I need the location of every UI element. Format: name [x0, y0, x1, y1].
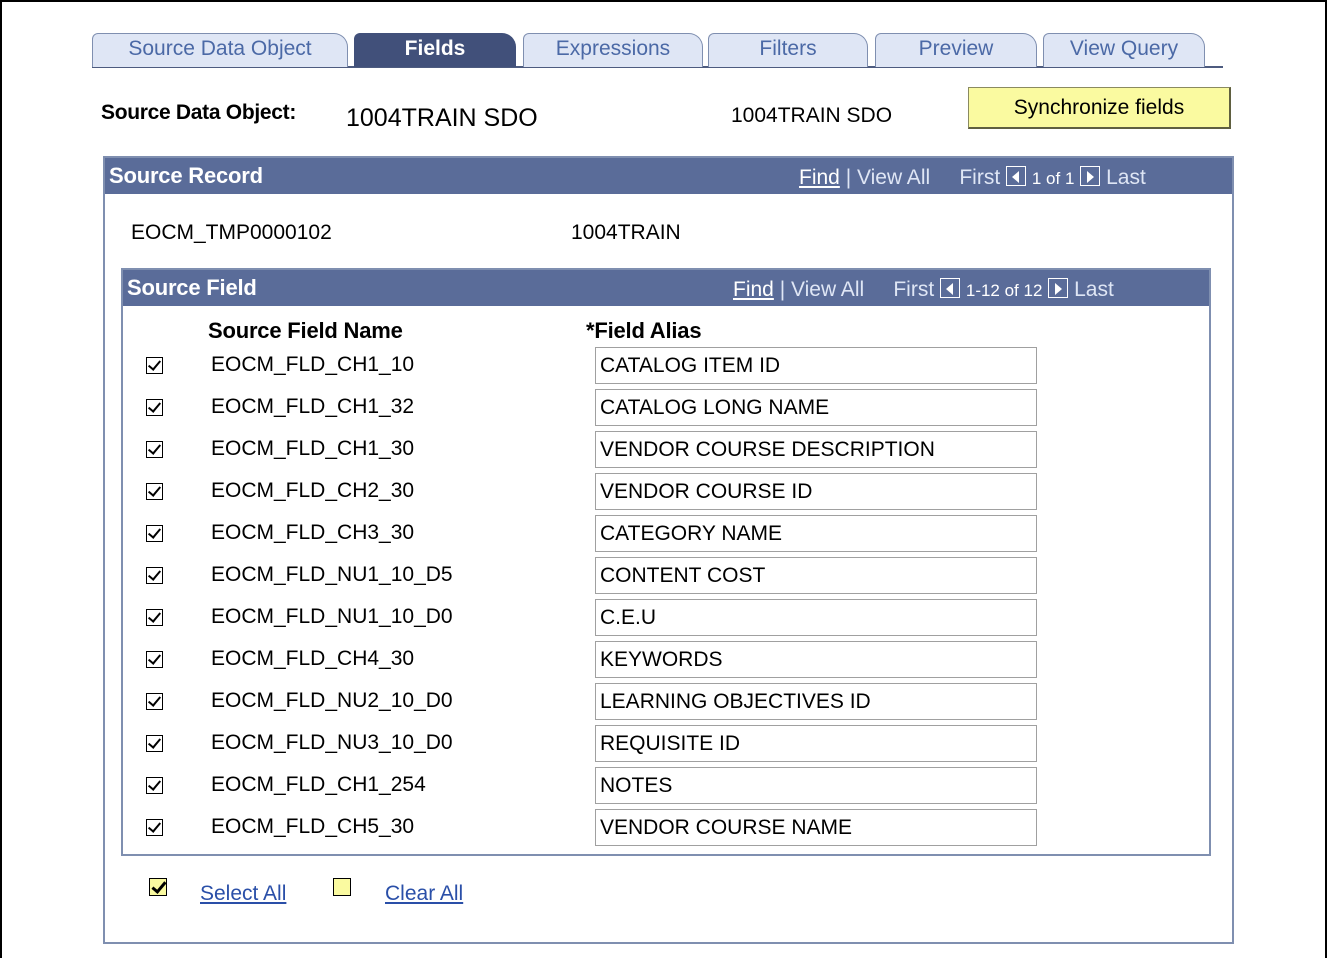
column-header-field-alias: *Field Alias [586, 318, 702, 343]
table-row: EOCM_FLD_CH1_254 [123, 767, 1209, 809]
source-field-name: EOCM_FLD_NU1_10_D5 [211, 563, 453, 586]
source-field-name: EOCM_FLD_NU3_10_D0 [211, 731, 453, 754]
source-field-name: EOCM_FLD_CH1_32 [211, 395, 415, 418]
synchronize-fields-button[interactable]: Synchronize fields [968, 87, 1231, 129]
source-field-name: EOCM_FLD_CH5_30 [211, 815, 415, 838]
record-description: 1004TRAIN [571, 221, 681, 244]
include-checkbox[interactable] [146, 777, 163, 794]
include-checkbox[interactable] [146, 357, 163, 374]
source-field-grid: Source Field Find | View All First 1-12 … [121, 268, 1211, 856]
field-alias-input[interactable] [595, 809, 1037, 846]
source-field-first: First [893, 278, 935, 301]
source-data-object-value: 1004TRAIN SDO [346, 104, 538, 132]
previous-arrow-icon[interactable] [940, 278, 961, 298]
include-checkbox[interactable] [146, 483, 163, 500]
source-field-title: Source Field [127, 275, 257, 300]
source-field-count: 1-12 of 12 [965, 281, 1043, 300]
source-field-nav: Find | View All First 1-12 of 12 Last [733, 278, 1114, 302]
field-alias-input[interactable] [595, 599, 1037, 636]
source-field-name: EOCM_FLD_CH1_254 [211, 773, 426, 796]
source-record-header: Source Record Find | View All First 1 of… [105, 158, 1232, 194]
table-row: EOCM_FLD_CH3_30 [123, 515, 1209, 557]
source-field-view-all[interactable]: | View All [780, 278, 864, 301]
include-checkbox[interactable] [146, 819, 163, 836]
table-row: EOCM_FLD_NU1_10_D0 [123, 599, 1209, 641]
record-id: EOCM_TMP0000102 [131, 221, 332, 244]
source-field-last: Last [1074, 278, 1114, 301]
source-field-name: EOCM_FLD_NU2_10_D0 [211, 689, 453, 712]
source-field-name: EOCM_FLD_CH2_30 [211, 479, 415, 502]
source-record-title: Source Record [109, 163, 263, 188]
source-record-first: First [959, 166, 1001, 189]
include-checkbox[interactable] [146, 609, 163, 626]
field-alias-input[interactable] [595, 557, 1037, 594]
source-field-name: EOCM_FLD_NU1_10_D0 [211, 605, 453, 628]
next-arrow-icon[interactable] [1048, 278, 1069, 298]
previous-arrow-icon[interactable] [1006, 166, 1027, 186]
next-arrow-icon[interactable] [1080, 166, 1101, 186]
source-record-view-all[interactable]: | View All [846, 166, 930, 189]
table-row: EOCM_FLD_NU3_10_D0 [123, 725, 1209, 767]
source-record-last: Last [1106, 166, 1146, 189]
field-alias-input[interactable] [595, 767, 1037, 804]
include-checkbox[interactable] [146, 441, 163, 458]
field-alias-input[interactable] [595, 725, 1037, 762]
include-checkbox[interactable] [146, 567, 163, 584]
source-record-nav: Find | View All First 1 of 1 Last [799, 166, 1146, 190]
source-data-object-label: Source Data Object: [101, 101, 297, 124]
tab-fields[interactable]: Fields [354, 33, 516, 67]
clear-all-checkbox-icon[interactable] [333, 878, 351, 896]
source-field-name: EOCM_FLD_CH3_30 [211, 521, 415, 544]
source-field-name: EOCM_FLD_CH1_30 [211, 437, 415, 460]
table-row: EOCM_FLD_CH4_30 [123, 641, 1209, 683]
tab-view-query[interactable]: View Query [1043, 33, 1205, 67]
field-alias-input[interactable] [595, 431, 1037, 468]
include-checkbox[interactable] [146, 525, 163, 542]
source-field-header: Source Field Find | View All First 1-12 … [123, 270, 1209, 306]
select-all-checkbox-icon[interactable] [149, 878, 167, 896]
include-checkbox[interactable] [146, 735, 163, 752]
field-alias-input[interactable] [595, 641, 1037, 678]
field-alias-input[interactable] [595, 389, 1037, 426]
tab-expressions[interactable]: Expressions [523, 33, 703, 67]
source-data-object-description: 1004TRAIN SDO [731, 104, 893, 127]
include-checkbox[interactable] [146, 399, 163, 416]
tab-preview[interactable]: Preview [875, 33, 1037, 67]
column-header-source-field-name: Source Field Name [208, 318, 403, 343]
table-row: EOCM_FLD_CH5_30 [123, 809, 1209, 851]
source-record-count: 1 of 1 [1031, 169, 1075, 188]
source-field-name: EOCM_FLD_CH4_30 [211, 647, 415, 670]
table-row: EOCM_FLD_CH1_10 [123, 347, 1209, 389]
tab-filters[interactable]: Filters [708, 33, 868, 67]
table-row: EOCM_FLD_NU2_10_D0 [123, 683, 1209, 725]
table-row: EOCM_FLD_CH2_30 [123, 473, 1209, 515]
field-alias-input[interactable] [595, 515, 1037, 552]
clear-all-link[interactable]: Clear All [385, 882, 463, 906]
source-field-name: EOCM_FLD_CH1_10 [211, 353, 415, 376]
source-field-find-link[interactable]: Find [733, 278, 774, 301]
table-row: EOCM_FLD_NU1_10_D5 [123, 557, 1209, 599]
field-alias-input[interactable] [595, 473, 1037, 510]
field-alias-input[interactable] [595, 683, 1037, 720]
table-row: EOCM_FLD_CH1_32 [123, 389, 1209, 431]
field-alias-input[interactable] [595, 347, 1037, 384]
include-checkbox[interactable] [146, 693, 163, 710]
include-checkbox[interactable] [146, 651, 163, 668]
table-row: EOCM_FLD_CH1_30 [123, 431, 1209, 473]
tab-source-data-object[interactable]: Source Data Object [92, 33, 348, 67]
source-record-grid: Source Record Find | View All First 1 of… [103, 156, 1234, 944]
select-all-link[interactable]: Select All [200, 882, 286, 906]
source-record-find-link[interactable]: Find [799, 166, 840, 189]
